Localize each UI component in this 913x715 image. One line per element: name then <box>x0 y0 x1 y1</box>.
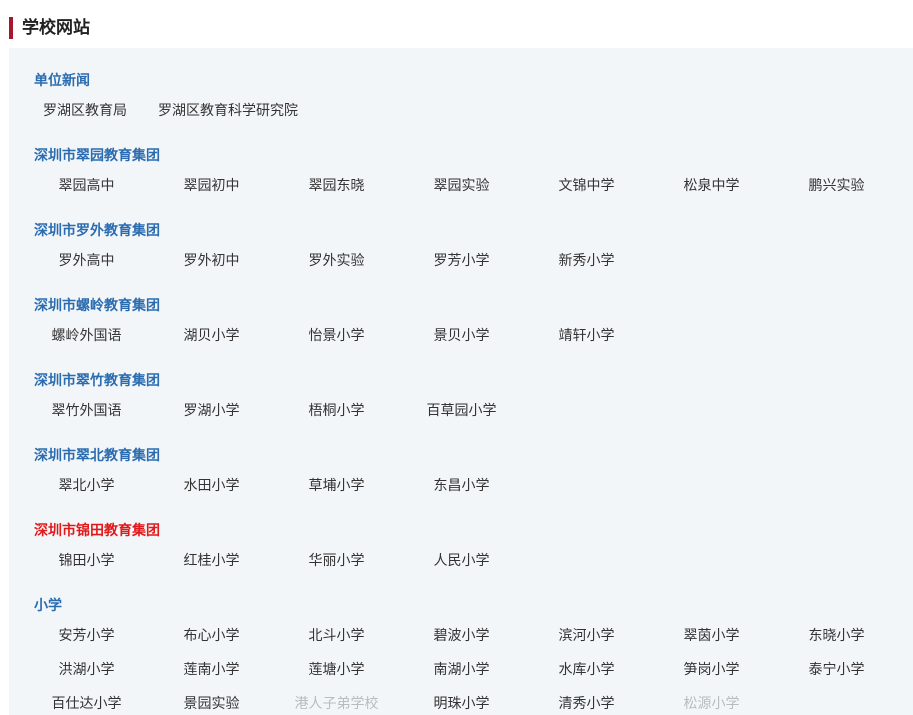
school-link[interactable]: 翠茵小学 <box>649 626 774 646</box>
school-link[interactable]: 清秀小学 <box>524 694 649 714</box>
page-header: 学校网站 <box>0 0 913 48</box>
school-link[interactable]: 百草园小学 <box>399 401 524 421</box>
school-link[interactable]: 布心小学 <box>149 626 274 646</box>
school-link[interactable]: 罗湖小学 <box>149 401 274 421</box>
school-link[interactable]: 人民小学 <box>399 551 524 571</box>
school-link[interactable]: 罗外实验 <box>274 251 399 271</box>
section-title: 深圳市翠北教育集团 <box>34 448 160 464</box>
school-link[interactable]: 笋岗小学 <box>649 660 774 680</box>
school-link[interactable]: 东晓小学 <box>774 626 899 646</box>
school-link[interactable]: 翠园东晓 <box>274 176 399 196</box>
school-link[interactable]: 翠竹外国语 <box>24 401 149 421</box>
section-title: 小学 <box>34 598 62 614</box>
school-link[interactable]: 罗外高中 <box>24 251 149 271</box>
school-link[interactable]: 景园实验 <box>149 694 274 714</box>
school-link[interactable]: 松泉中学 <box>649 176 774 196</box>
school-link[interactable]: 红桂小学 <box>149 551 274 571</box>
school-link-disabled[interactable]: 港人子弟学校 <box>274 694 399 714</box>
school-link[interactable]: 华丽小学 <box>274 551 399 571</box>
school-link[interactable]: 明珠小学 <box>399 694 524 714</box>
school-link[interactable]: 碧波小学 <box>399 626 524 646</box>
school-link[interactable]: 水田小学 <box>149 476 274 496</box>
section-title[interactable]: 深圳市锦田教育集团 <box>34 521 160 541</box>
school-link[interactable]: 翠北小学 <box>24 476 149 496</box>
school-link[interactable]: 罗湖区教育科学研究院 <box>158 101 298 121</box>
section-title: 深圳市罗外教育集团 <box>34 223 160 239</box>
school-link[interactable]: 新秀小学 <box>524 251 649 271</box>
section-title: 单位新闻 <box>34 73 90 89</box>
school-link[interactable]: 罗芳小学 <box>399 251 524 271</box>
school-link[interactable]: 南湖小学 <box>399 660 524 680</box>
school-link-disabled[interactable]: 松源小学 <box>649 694 774 714</box>
school-link[interactable]: 怡景小学 <box>274 326 399 346</box>
school-link[interactable]: 翠园初中 <box>149 176 274 196</box>
school-links-panel: 单位新闻 罗湖区教育局 罗湖区教育科学研究院 深圳市翠园教育集团 翠园高中 翠园… <box>9 48 913 715</box>
school-link[interactable]: 安芳小学 <box>24 626 149 646</box>
school-link[interactable]: 罗湖区教育局 <box>43 101 127 121</box>
school-link[interactable]: 百仕达小学 <box>24 694 149 714</box>
school-link[interactable]: 文锦中学 <box>524 176 649 196</box>
school-link[interactable]: 东昌小学 <box>399 476 524 496</box>
school-link[interactable]: 北斗小学 <box>274 626 399 646</box>
section-title: 深圳市翠竹教育集团 <box>34 373 160 389</box>
school-link[interactable]: 草埔小学 <box>274 476 399 496</box>
section-title: 深圳市螺岭教育集团 <box>34 298 160 314</box>
school-link[interactable]: 锦田小学 <box>24 551 149 571</box>
school-link[interactable]: 靖轩小学 <box>524 326 649 346</box>
header-accent-bar <box>9 17 13 39</box>
school-link[interactable]: 泰宁小学 <box>774 660 899 680</box>
school-link[interactable]: 翠园高中 <box>24 176 149 196</box>
school-link[interactable]: 滨河小学 <box>524 626 649 646</box>
school-link[interactable]: 梧桐小学 <box>274 401 399 421</box>
school-link[interactable]: 湖贝小学 <box>149 326 274 346</box>
school-link[interactable]: 螺岭外国语 <box>24 326 149 346</box>
school-link[interactable]: 洪湖小学 <box>24 660 149 680</box>
school-link[interactable]: 莲塘小学 <box>274 660 399 680</box>
page-title: 学校网站 <box>22 18 90 38</box>
school-link[interactable]: 鹏兴实验 <box>774 176 899 196</box>
school-link[interactable]: 水库小学 <box>524 660 649 680</box>
school-link[interactable]: 罗外初中 <box>149 251 274 271</box>
school-link[interactable]: 翠园实验 <box>399 176 524 196</box>
school-link[interactable]: 景贝小学 <box>399 326 524 346</box>
school-link[interactable]: 莲南小学 <box>149 660 274 680</box>
section-title: 深圳市翠园教育集团 <box>34 148 160 164</box>
